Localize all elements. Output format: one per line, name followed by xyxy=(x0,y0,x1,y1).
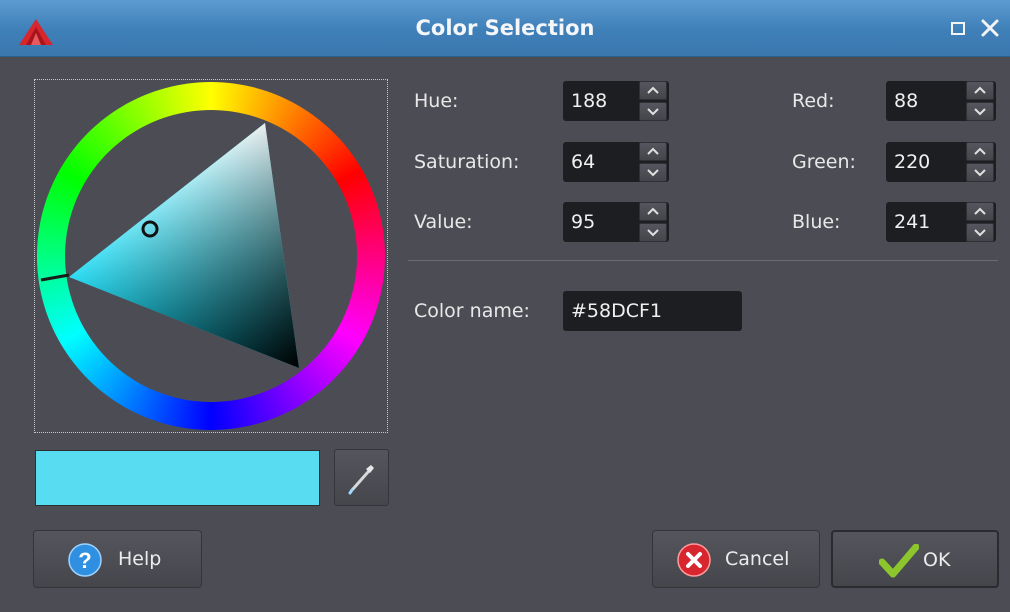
hue-increment-button[interactable] xyxy=(639,81,667,100)
svg-text:?: ? xyxy=(78,548,91,573)
maximize-icon xyxy=(951,22,965,35)
saturation-value[interactable]: 64 xyxy=(571,142,595,182)
eyedropper-icon xyxy=(348,465,374,495)
hue-value[interactable]: 188 xyxy=(571,81,607,121)
hue-decrement-button[interactable] xyxy=(639,102,667,121)
checkmark-icon xyxy=(879,544,919,578)
chevron-up-icon xyxy=(647,207,659,215)
help-label: Help xyxy=(118,548,162,570)
value-value[interactable]: 95 xyxy=(571,202,595,242)
eyedropper-button[interactable] xyxy=(334,449,389,506)
value-increment-button[interactable] xyxy=(639,202,667,221)
close-button[interactable] xyxy=(978,16,1002,40)
cancel-label: Cancel xyxy=(725,548,790,570)
red-increment-button[interactable] xyxy=(966,81,994,100)
red-spinbox[interactable]: 88 xyxy=(886,81,996,121)
blue-spinbox[interactable]: 241 xyxy=(886,202,996,242)
chevron-up-icon xyxy=(647,86,659,94)
green-decrement-button[interactable] xyxy=(966,163,994,182)
saturation-spinbox[interactable]: 64 xyxy=(563,142,669,182)
red-label: Red: xyxy=(792,90,835,112)
ok-button[interactable]: OK xyxy=(831,530,999,588)
blue-decrement-button[interactable] xyxy=(966,223,994,242)
chevron-up-icon xyxy=(974,86,986,94)
chevron-down-icon xyxy=(974,108,986,116)
green-increment-button[interactable] xyxy=(966,142,994,161)
green-spinbox[interactable]: 220 xyxy=(886,142,996,182)
chevron-up-icon xyxy=(647,147,659,155)
value-label: Value: xyxy=(414,211,473,233)
hue-spinbox[interactable]: 188 xyxy=(563,81,669,121)
ok-label: OK xyxy=(923,549,951,571)
title-bar[interactable]: Color Selection xyxy=(0,0,1010,57)
blue-label: Blue: xyxy=(792,211,841,233)
chevron-down-icon xyxy=(647,169,659,177)
red-value[interactable]: 88 xyxy=(894,81,918,121)
green-value[interactable]: 220 xyxy=(894,142,930,182)
color-name-label: Color name: xyxy=(414,300,530,322)
green-label: Green: xyxy=(792,151,856,173)
help-button[interactable]: ? Help xyxy=(33,530,202,588)
cancel-x-icon xyxy=(677,543,711,577)
chevron-down-icon xyxy=(974,229,986,237)
color-name-input[interactable]: #58DCF1 xyxy=(563,291,742,331)
color-triangle-picker[interactable] xyxy=(35,80,387,432)
separator xyxy=(408,260,998,261)
question-icon: ? xyxy=(68,543,102,577)
chevron-down-icon xyxy=(647,229,659,237)
red-decrement-button[interactable] xyxy=(966,102,994,121)
value-decrement-button[interactable] xyxy=(639,223,667,242)
chevron-up-icon xyxy=(974,147,986,155)
saturation-decrement-button[interactable] xyxy=(639,163,667,182)
hue-label: Hue: xyxy=(414,90,459,112)
value-spinbox[interactable]: 95 xyxy=(563,202,669,242)
blue-increment-button[interactable] xyxy=(966,202,994,221)
maximize-button[interactable] xyxy=(946,16,970,40)
window-title: Color Selection xyxy=(415,16,595,40)
chevron-up-icon xyxy=(974,207,986,215)
chevron-down-icon xyxy=(974,169,986,177)
saturation-increment-button[interactable] xyxy=(639,142,667,161)
cancel-button[interactable]: Cancel xyxy=(652,530,820,588)
saturation-label: Saturation: xyxy=(414,151,520,173)
close-icon xyxy=(981,19,999,37)
hue-wheel-area[interactable] xyxy=(34,79,388,433)
blue-value[interactable]: 241 xyxy=(894,202,930,242)
chevron-down-icon xyxy=(647,108,659,116)
color-preview-swatch xyxy=(35,450,320,506)
color-selection-dialog: Color Selection Hue: 188 Saturation: 64 … xyxy=(0,0,1010,612)
